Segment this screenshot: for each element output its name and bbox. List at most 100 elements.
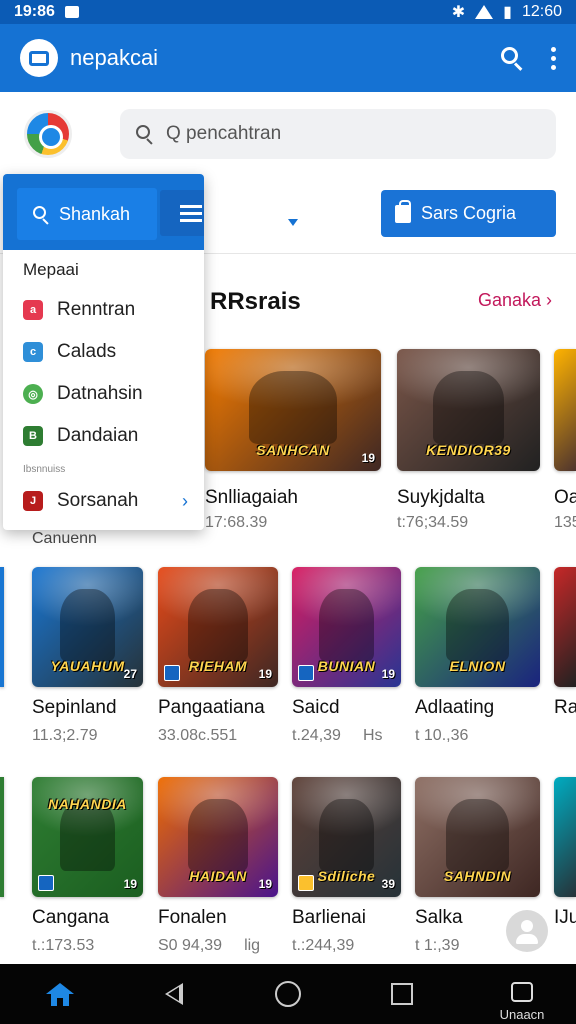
game-thumbnail: RIEHAM 19 (158, 567, 278, 687)
list-view-icon[interactable] (160, 190, 204, 236)
nav-home-circle-button[interactable] (264, 964, 312, 1024)
menu-search-button[interactable]: Shankah (17, 188, 157, 240)
search-icon[interactable] (499, 45, 525, 71)
game-banner: Sdiliche (317, 868, 376, 884)
game-thumbnail: BUNIAN 19 (292, 567, 401, 687)
game-banner: SAHNDIN (443, 868, 512, 884)
app-logo-icon (20, 39, 58, 77)
game-card[interactable]: NAHANDIA 19 Cangana t.:173.53 (32, 777, 143, 954)
game-meta: 33.08c.551 (158, 727, 238, 744)
game-platform-icon (38, 875, 54, 891)
game-thumbnail (0, 777, 4, 897)
signal-icon (475, 5, 494, 19)
game-card[interactable]: IJu (554, 777, 576, 928)
profile-fab-button[interactable] (506, 910, 548, 952)
game-name: Salka (415, 907, 463, 928)
game-thumbnail: YAUAHUM 27 (32, 567, 143, 687)
primary-action-button[interactable]: Sars Cogria (381, 190, 556, 237)
search-input[interactable]: Q pencahtran (120, 109, 556, 159)
see-more-link[interactable]: Ganaka › (478, 290, 552, 311)
game-name: Snlliagaiah (205, 487, 298, 508)
game-card[interactable] (0, 777, 4, 897)
menu-heading: Mepaai (23, 260, 79, 279)
menu-subheading: Ibsnnuiss (23, 464, 66, 475)
game-card[interactable]: BUNIAN 19 Saicd t.24,39 Hs (292, 567, 401, 744)
game-banner: SANHCAN (256, 442, 330, 458)
back-icon (165, 983, 183, 1005)
game-name: Fonalen (158, 907, 227, 928)
battery-icon: ▮ (503, 4, 512, 21)
home-icon (46, 983, 74, 1006)
game-thumbnail (554, 777, 576, 897)
menu-item-label: Dandaian (57, 425, 139, 446)
recents-icon (391, 983, 413, 1005)
app-icon-blue: c (23, 342, 43, 362)
status-time: 19:86 (14, 3, 55, 20)
game-card[interactable]: YAUAHUM 27 Sepinland 11.3;2.79 (32, 567, 143, 744)
game-card[interactable]: KENDIOR39 Suykjdalta t:76;34.59 (397, 349, 540, 531)
menu-item-label: Sorsanah (57, 490, 139, 511)
person-icon (521, 920, 533, 932)
game-badge: 19 (123, 877, 137, 891)
game-thumbnail: KENDIOR39 (397, 349, 540, 471)
game-card[interactable] (0, 567, 4, 687)
game-name: IJu (554, 907, 576, 928)
menu-item[interactable]: ◎ Datnahsin (3, 374, 204, 414)
game-badge: 27 (123, 667, 137, 681)
game-badge: 19 (381, 667, 395, 681)
game-meta: S0 94,39 lig (158, 937, 261, 954)
game-card[interactable]: HAIDAN 19 Fonalen S0 94,39 lig (158, 777, 278, 954)
game-card[interactable]: SAHNDIN Salka t 1:,39 (415, 777, 540, 954)
dropdown-menu: Shankah Mepaai a Renntran c Calads ◎ Dat… (3, 174, 204, 530)
nav-back-button[interactable] (150, 964, 198, 1024)
game-badge: 19 (258, 877, 272, 891)
game-meta: t.24,39 Hs (292, 727, 383, 744)
menu-item[interactable]: B Dandaian (3, 416, 204, 456)
game-banner: KENDIOR39 (426, 442, 511, 458)
notification-icon (64, 6, 79, 18)
nav-label: Unaacn (499, 1007, 545, 1022)
bluetooth-icon: ✱ (451, 4, 466, 21)
menu-item[interactable]: J Sorsanah › (3, 481, 204, 521)
app-title: nepakcai (70, 45, 159, 70)
game-card[interactable]: ELNION Adlaating t 10.,36 (415, 567, 540, 744)
status-bar: 19:86 ✱ ▮ 12:60 (0, 0, 576, 24)
nav-recents-button[interactable] (378, 964, 426, 1024)
game-name: Adlaating (415, 697, 495, 718)
menu-item-label: Calads (57, 341, 117, 362)
game-meta: 135 (554, 514, 576, 531)
game-meta: t 1:,39 (415, 937, 460, 954)
menu-item[interactable]: c Calads (3, 332, 204, 372)
game-name: Suykjdalta (397, 487, 485, 508)
game-thumbnail (554, 567, 576, 687)
game-name: Cangana (32, 907, 110, 928)
game-meta: t 10.,36 (415, 727, 469, 744)
game-meta: 11.3;2.79 (32, 727, 98, 744)
menu-item[interactable]: a Renntran (3, 290, 204, 330)
game-banner: HAIDAN (189, 868, 247, 884)
game-banner: YAUAHUM (50, 658, 125, 674)
search-placeholder: Q pencahtran (166, 123, 282, 144)
game-card[interactable]: SANHCAN 19 Snlliagaiah 17:68.39 (205, 349, 381, 531)
game-name: Sepinland (32, 697, 117, 718)
menu-search-label: Shankah (59, 203, 131, 224)
primary-action-label: Sars Cogria (421, 203, 517, 223)
game-card[interactable]: Sdiliche 39 Barlienai t.:244,39 (292, 777, 401, 954)
bottom-navigation: Unaacn (0, 964, 576, 1024)
game-badge: 19 (361, 451, 375, 465)
game-card[interactable]: Ra (554, 567, 576, 718)
game-name: Oa (554, 487, 576, 508)
game-name: Pangaatiana (158, 697, 265, 718)
chevron-down-icon[interactable] (288, 219, 298, 226)
search-icon (31, 204, 51, 225)
nav-home-button[interactable] (36, 964, 84, 1024)
app-icon-green: ◎ (23, 384, 43, 404)
avatar[interactable] (24, 110, 72, 158)
game-card[interactable]: Oa 135 (554, 349, 576, 531)
nav-chat-button[interactable]: Unaacn (492, 964, 552, 1024)
game-thumbnail: ELNION (415, 567, 540, 687)
game-thumbnail: SAHNDIN (415, 777, 540, 897)
game-card[interactable]: RIEHAM 19 Pangaatiana 33.08c.551 (158, 567, 278, 744)
game-banner: ELNION (449, 658, 506, 674)
more-options-icon[interactable] (551, 46, 556, 70)
